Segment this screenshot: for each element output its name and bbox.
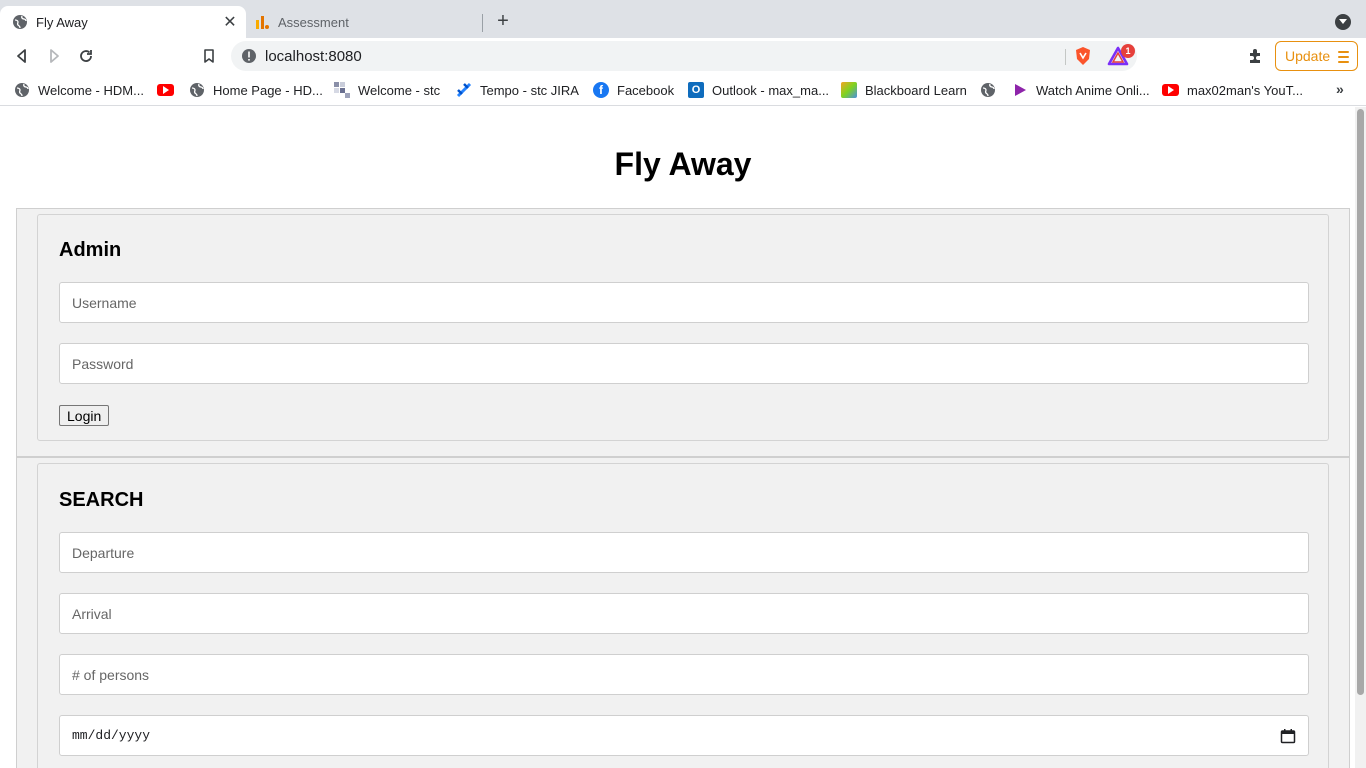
tab-title: Fly Away xyxy=(36,14,88,30)
facebook-icon: f xyxy=(593,82,609,98)
outlook-icon: O xyxy=(688,82,704,98)
bookmark-button[interactable] xyxy=(197,44,221,68)
forward-button[interactable] xyxy=(42,44,66,68)
bookmark-label: Watch Anime Onli... xyxy=(1036,82,1150,98)
departure-field[interactable] xyxy=(59,532,1309,573)
reload-icon xyxy=(80,50,92,62)
page-viewport: Fly Away Admin Login SEARCH mm/dd/yyyy xyxy=(0,107,1355,768)
date-field[interactable]: mm/dd/yyyy xyxy=(59,715,1309,756)
page-title: Fly Away xyxy=(614,146,752,182)
bookmark-label: Outlook - max_ma... xyxy=(712,82,830,98)
bookmark-item[interactable]: Blackboard Learn xyxy=(841,81,967,99)
bookmark-item[interactable]: O Outlook - max_ma... xyxy=(688,81,829,99)
bookmark-label: Blackboard Learn xyxy=(865,82,967,98)
admin-card: Admin Login xyxy=(37,214,1329,441)
play-icon xyxy=(1012,82,1028,98)
bookmark-item[interactable]: f Facebook xyxy=(593,81,674,99)
admin-section: Admin Login xyxy=(16,208,1350,457)
back-button[interactable] xyxy=(10,44,34,68)
youtube-icon xyxy=(157,84,174,96)
bookmark-label: Welcome - HDM... xyxy=(38,82,144,98)
bookmark-label: Tempo - stc JIRA xyxy=(480,82,579,98)
bookmark-icon xyxy=(204,49,214,63)
globe-icon xyxy=(12,14,28,30)
extensions-icon[interactable] xyxy=(1246,46,1266,66)
address-bar[interactable]: 1 xyxy=(231,41,1137,71)
globe-icon xyxy=(980,82,996,98)
bookmark-item[interactable]: Watch Anime Onli... xyxy=(1012,81,1150,99)
bookmark-label: Welcome - stc xyxy=(358,82,441,98)
new-tab-button[interactable]: + xyxy=(492,10,514,32)
site-info-icon[interactable] xyxy=(241,48,257,64)
tab-search-button[interactable] xyxy=(1335,14,1351,30)
menu-icon xyxy=(1338,51,1349,63)
blackboard-icon xyxy=(841,82,857,98)
tab-assessment[interactable]: Assessment xyxy=(246,6,482,38)
update-label: Update xyxy=(1285,48,1331,64)
reload-button[interactable] xyxy=(74,44,98,68)
bookmarks-bar: Welcome - HDM... Home Page - HD... Welco… xyxy=(0,74,1366,106)
browser-toolbar: 1 Update xyxy=(0,38,1366,74)
omnibox-divider xyxy=(1065,49,1066,65)
arrival-field[interactable] xyxy=(59,593,1309,634)
globe-icon xyxy=(189,82,205,98)
youtube-icon xyxy=(1162,84,1179,96)
bookmark-label: Home Page - HD... xyxy=(213,82,323,98)
close-tab-icon[interactable]: ✕ xyxy=(220,12,240,32)
tab-separator xyxy=(482,14,483,32)
tab-fly-away[interactable]: Fly Away ✕ xyxy=(0,6,246,38)
bookmark-item[interactable]: Tempo - stc JIRA xyxy=(456,81,579,99)
brave-shields-icon[interactable] xyxy=(1073,46,1093,66)
back-icon xyxy=(17,49,26,63)
address-input[interactable] xyxy=(265,41,1055,71)
analytics-icon xyxy=(254,14,270,30)
globe-icon xyxy=(14,82,30,98)
tab-title: Assessment xyxy=(278,14,349,30)
login-button[interactable]: Login xyxy=(59,405,110,426)
bookmark-item[interactable]: Home Page - HD... xyxy=(189,81,323,99)
bookmark-label: max02man's YouT... xyxy=(1187,82,1303,98)
bookmark-item[interactable]: Welcome - HDM... xyxy=(14,81,144,99)
page-scrollbar[interactable] xyxy=(1355,107,1366,768)
scrollbar-thumb[interactable] xyxy=(1357,109,1364,695)
search-heading: SEARCH xyxy=(59,489,144,511)
forward-icon xyxy=(50,49,59,63)
date-placeholder: mm/dd/yyyy xyxy=(72,728,151,743)
persons-field[interactable] xyxy=(59,654,1309,695)
search-card: SEARCH mm/dd/yyyy xyxy=(37,463,1329,768)
bookmark-item[interactable] xyxy=(157,81,182,99)
admin-heading: Admin xyxy=(59,239,122,261)
bookmark-item[interactable]: max02man's YouT... xyxy=(1162,81,1303,99)
more-bookmarks-button[interactable]: » xyxy=(1336,81,1344,97)
bookmark-item[interactable]: Welcome - stc xyxy=(334,81,440,99)
password-field[interactable] xyxy=(59,343,1309,384)
update-button[interactable]: Update xyxy=(1275,41,1358,71)
tab-strip: Fly Away ✕ Assessment + xyxy=(0,0,1366,38)
bookmark-item[interactable] xyxy=(980,81,1004,99)
stc-icon xyxy=(334,82,350,98)
username-field[interactable] xyxy=(59,282,1309,323)
search-section: SEARCH mm/dd/yyyy xyxy=(16,457,1350,768)
jira-icon xyxy=(456,82,472,98)
calendar-icon[interactable] xyxy=(1280,728,1296,744)
bookmark-label: Facebook xyxy=(617,82,675,98)
rewards-badge: 1 xyxy=(1121,44,1135,58)
